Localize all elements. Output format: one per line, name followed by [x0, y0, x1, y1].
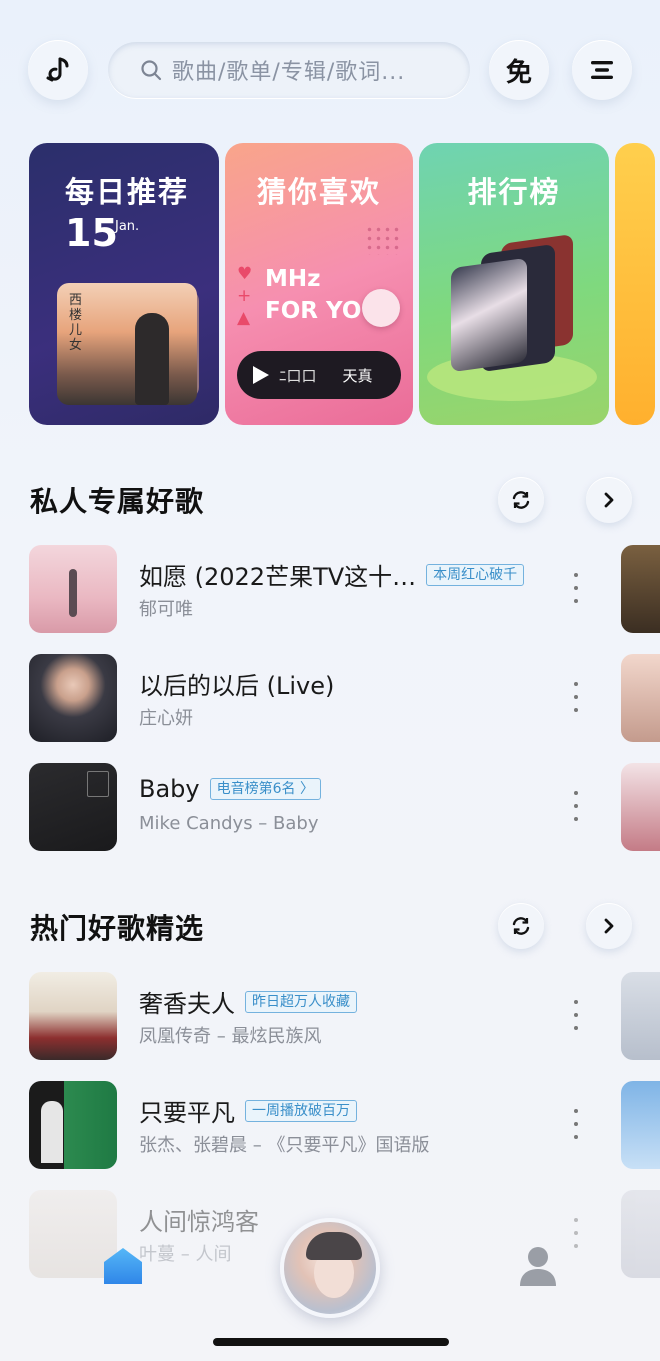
home-indicator: [213, 1338, 449, 1346]
menu-icon: [591, 61, 613, 79]
guess-you-like-card[interactable]: 猜你喜欢 ♥ + ▲ MHz FOR YOU ﾆ口口 天真: [225, 143, 413, 425]
card-title: 猜你喜欢: [256, 175, 381, 209]
chevron-right-icon: [604, 492, 614, 508]
heart-plus-icon: ♥ + ▲: [237, 264, 253, 328]
refresh-icon: [512, 917, 530, 935]
next-page-cover: [621, 763, 660, 851]
refresh-button[interactable]: [498, 903, 544, 949]
free-mode-button[interactable]: 免: [489, 40, 549, 100]
song-title-row: Baby 电音榜第6名 〉: [139, 775, 321, 803]
song-title: Baby: [139, 775, 200, 803]
dot-pattern: [365, 225, 401, 255]
song-title-row: 如愿 (2022芒果TV这十… 本周红心破千: [139, 557, 525, 592]
more-hot-button[interactable]: [586, 903, 632, 949]
refresh-icon: [512, 491, 530, 509]
now-playing-avatar[interactable]: [280, 1218, 380, 1318]
mini-player[interactable]: ﾆ口口 天真: [237, 351, 401, 399]
more-vertical-icon[interactable]: [573, 791, 579, 821]
song-title: 奢香夫人: [139, 990, 235, 1018]
search-icon: [141, 60, 162, 81]
mhz-text: MHz: [265, 266, 321, 292]
next-page-cover: [621, 1081, 660, 1169]
song-row[interactable]: 只要平凡 一周播放破百万 张杰、张碧晨 – 《只要平凡》国语版: [29, 1081, 660, 1169]
mhz-label: MHz FOR YOU: [265, 263, 380, 327]
hot-section-title: 热门好歌精选: [30, 912, 205, 945]
more-private-button[interactable]: [586, 477, 632, 523]
song-cover: [29, 972, 117, 1060]
album-text: 西楼儿女: [69, 293, 83, 353]
private-section-title: 私人专属好歌: [30, 485, 205, 518]
cover-logo: [87, 771, 109, 797]
song-title: 以后的以后 (Live): [139, 672, 335, 700]
song-title: 只要平凡: [139, 1099, 235, 1127]
album-stack-front: [451, 257, 527, 373]
next-page-cover: [621, 972, 660, 1060]
song-title: 如愿 (2022芒果TV这十…: [139, 563, 417, 591]
extra-card[interactable]: [615, 143, 655, 425]
song-badge: 昨日超万人收藏: [245, 990, 357, 1013]
top-bar: 歌曲/歌单/专辑/歌词... 免: [0, 40, 660, 100]
song-badge: 本周红心破千: [426, 563, 525, 586]
song-artist: 凤凰传奇 – 最炫民族风: [139, 1026, 322, 1047]
song-row[interactable]: 如愿 (2022芒果TV这十… 本周红心破千 郁可唯: [29, 545, 660, 633]
song-badge[interactable]: 电音榜第6名 〉: [209, 778, 321, 800]
bottom-navigation: [0, 1210, 660, 1361]
refresh-button[interactable]: [498, 477, 544, 523]
song-row[interactable]: 奢香夫人 昨日超万人收藏 凤凰传奇 – 最炫民族风: [29, 972, 660, 1060]
cover-figure: [41, 1101, 63, 1163]
song-artist: Mike Candys – Baby: [139, 813, 319, 834]
song-title-row: 奢香夫人 昨日超万人收藏: [139, 984, 357, 1019]
song-row[interactable]: 以后的以后 (Live) 庄心妍: [29, 654, 660, 742]
date-month: Jan.: [115, 219, 140, 234]
more-vertical-icon[interactable]: [573, 573, 579, 603]
avatar-hair: [306, 1232, 362, 1260]
chevron-right-icon: [604, 918, 614, 934]
music-note-logo-icon: [46, 57, 69, 82]
daily-recommend-card[interactable]: 每日推荐 15 Jan. 西楼儿女: [29, 143, 219, 425]
free-label: 免: [505, 57, 532, 88]
search-placeholder: 歌曲/歌单/专辑/歌词...: [172, 60, 406, 85]
menu-button[interactable]: [572, 40, 632, 100]
song-artist: 张杰、张碧晨 – 《只要平凡》国语版: [139, 1135, 430, 1156]
player-track-left: ﾆ口口: [279, 366, 317, 385]
ranking-card[interactable]: 排行榜: [419, 143, 609, 425]
feature-cards: 每日推荐 15 Jan. 西楼儿女 猜你喜欢 ♥ + ▲ MHz FOR YOU ﾆ…: [29, 143, 660, 427]
search-input[interactable]: 歌曲/歌单/专辑/歌词...: [108, 42, 470, 98]
card-title: 排行榜: [467, 175, 561, 209]
song-artist: 庄心妍: [139, 708, 193, 729]
song-title-row: 只要平凡 一周播放破百万: [139, 1093, 357, 1128]
song-row[interactable]: Baby 电音榜第6名 〉 Mike Candys – Baby: [29, 763, 660, 851]
song-cover: [29, 763, 117, 851]
song-cover: [29, 654, 117, 742]
song-cover: [29, 545, 117, 633]
more-vertical-icon[interactable]: [573, 1000, 579, 1030]
song-title-row: 以后的以后 (Live): [139, 666, 334, 701]
card-title: 每日推荐: [65, 175, 190, 209]
album-figure: [135, 313, 169, 405]
app-logo-button[interactable]: [28, 40, 88, 100]
more-vertical-icon[interactable]: [573, 1109, 579, 1139]
knob-icon: [362, 289, 400, 327]
user-icon[interactable]: [518, 1244, 558, 1288]
song-badge: 一周播放破百万: [245, 1099, 357, 1122]
more-vertical-icon[interactable]: [573, 682, 579, 712]
player-track-right: 天真: [342, 366, 373, 385]
home-icon[interactable]: [102, 1246, 144, 1286]
next-page-cover: [621, 654, 660, 742]
play-icon[interactable]: [253, 366, 269, 384]
song-artist: 郁可唯: [139, 599, 193, 620]
album-cover: 西楼儿女: [57, 283, 197, 405]
next-page-cover: [621, 545, 660, 633]
date-day: 15: [65, 211, 118, 255]
cover-figure: [69, 569, 77, 617]
song-cover: [29, 1081, 117, 1169]
